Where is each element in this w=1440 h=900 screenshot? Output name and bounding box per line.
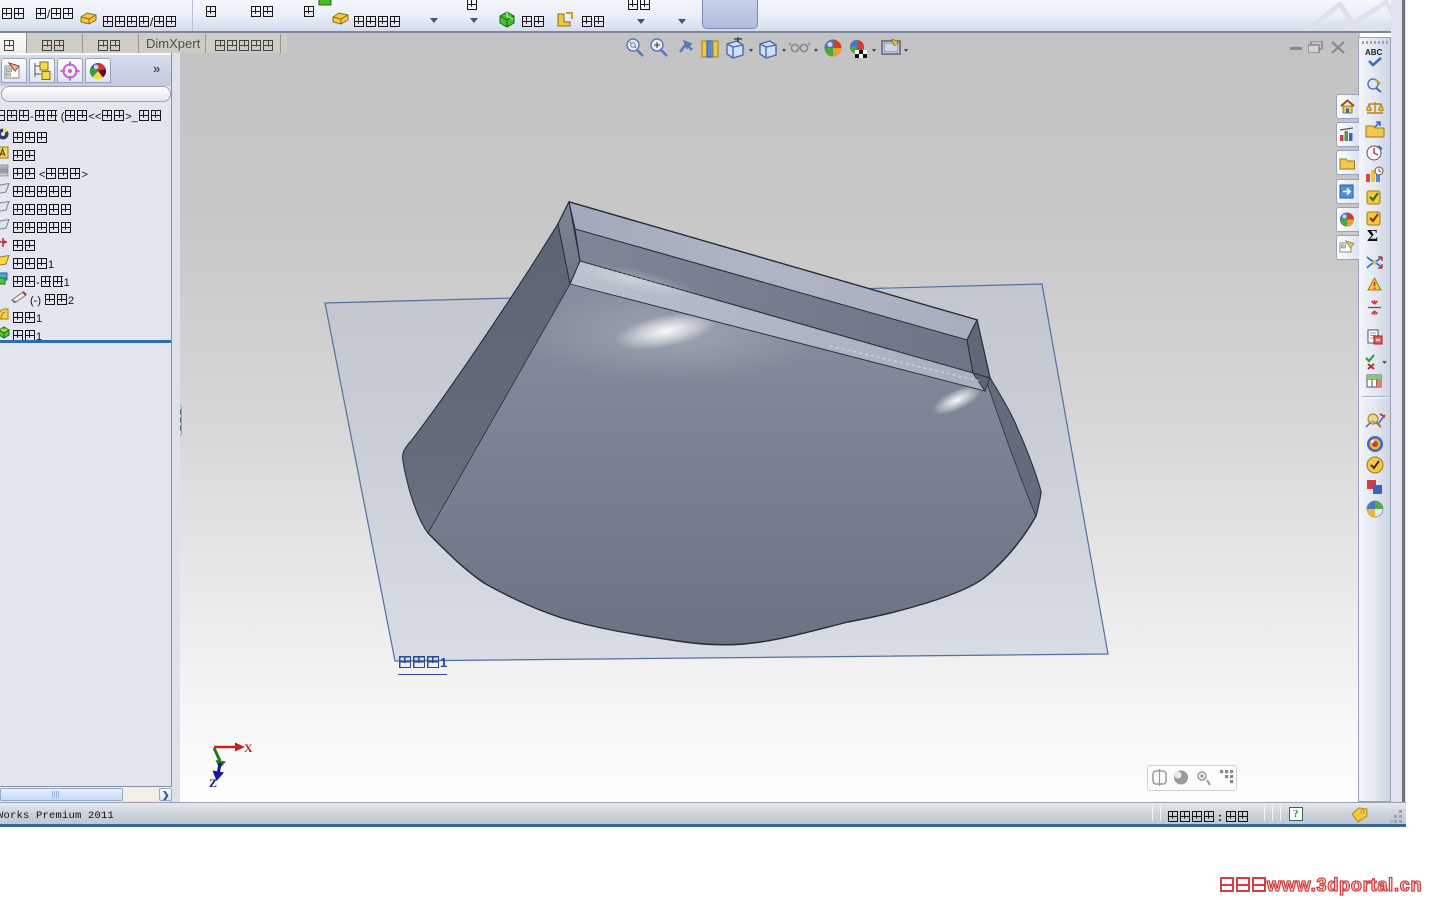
svg-text:X: X <box>244 741 253 755</box>
svg-text:Z: Z <box>209 776 217 790</box>
